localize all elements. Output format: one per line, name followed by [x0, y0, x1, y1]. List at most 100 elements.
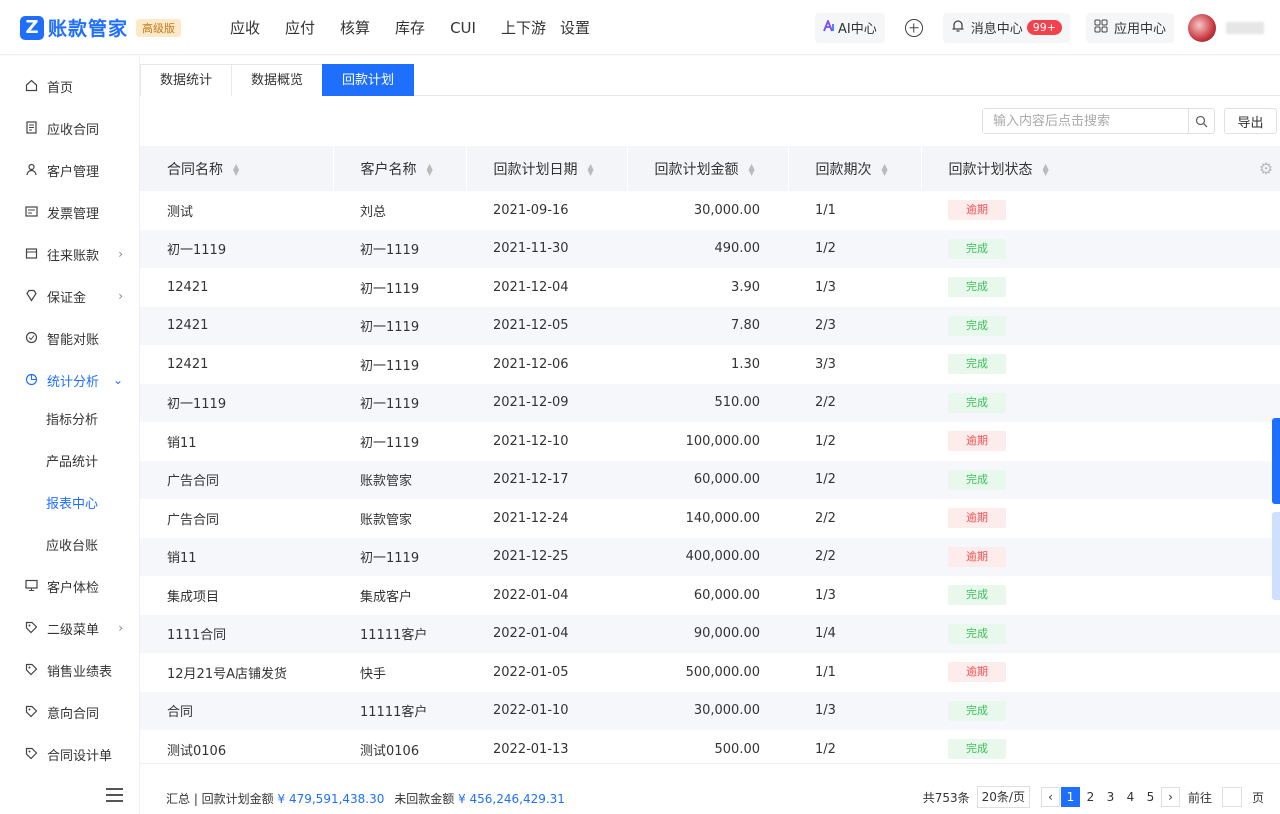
table-row[interactable]: 广告合同 账款管家 2021-12-17 60,000.00 1/2 完成	[140, 460, 1280, 499]
sidebar-item-customer-checkup[interactable]: 客户体检	[0, 565, 139, 607]
sidebar-subitem-product-statistics[interactable]: 产品统计	[0, 439, 139, 481]
goto-page-input[interactable]	[1221, 787, 1242, 807]
cell-status: 完成	[921, 268, 1280, 307]
table-row[interactable]: 12421 初一1119 2021-12-04 3.90 1/3 完成	[140, 268, 1280, 307]
invoice-icon	[24, 205, 38, 219]
sort-icon[interactable]: ▲ ▼	[749, 162, 755, 176]
sidebar-item-statistics[interactable]: 统计分析 ⌄	[0, 359, 139, 401]
table-row[interactable]: 1111合同 11111客户 2022-01-04 90,000.00 1/4 完成	[140, 614, 1280, 653]
column-header-customer[interactable]: 客户名称 ▲ ▼	[333, 146, 467, 191]
table-row[interactable]: 集成项目 集成客户 2022-01-04 60,000.00 1/3 完成	[140, 576, 1280, 615]
sort-icon[interactable]: ▲ ▼	[1043, 162, 1049, 176]
sidebar-item-invoice-management[interactable]: 发票管理	[0, 191, 139, 233]
app-logo[interactable]: Z 账款管家 高级版	[20, 14, 182, 41]
column-settings-gear-icon[interactable]: ⚙	[1252, 146, 1280, 191]
message-center-button[interactable]: 消息中心 99+	[942, 12, 1070, 43]
sidebar-subitem-receivable-ledger[interactable]: 应收台账	[0, 523, 139, 565]
column-header-plan-amount[interactable]: 回款计划金额 ▲ ▼	[627, 146, 789, 191]
table-row[interactable]: 初一1119 初一1119 2021-12-09 510.00 2/2 完成	[140, 383, 1280, 422]
table-row[interactable]: 销11 初一1119 2021-12-10 100,000.00 1/2 逾期	[140, 422, 1280, 461]
page-number[interactable]: 3	[1101, 787, 1120, 807]
page-size-select[interactable]: 20条/页	[976, 786, 1030, 808]
reconcile-icon	[24, 331, 38, 345]
page-number[interactable]: 2	[1081, 787, 1100, 807]
status-badge: 逾期	[948, 200, 1006, 221]
nav-accounting[interactable]: 核算	[340, 17, 370, 38]
avatar[interactable]	[1188, 13, 1216, 42]
search-input[interactable]	[983, 109, 1188, 133]
tag-icon	[24, 621, 38, 635]
status-badge: 完成	[948, 585, 1006, 606]
status-badge: 完成	[948, 354, 1006, 375]
nav-inventory[interactable]: 库存	[395, 17, 425, 38]
cell-plan-date: 2021-12-06	[493, 356, 569, 372]
sidebar-item-label: 二级菜单	[47, 622, 100, 638]
sidebar-subitem-indicator-analysis[interactable]: 指标分析	[0, 397, 139, 439]
cell-contract: 销11	[167, 435, 197, 451]
search-icon[interactable]	[1188, 109, 1214, 133]
column-header-contract[interactable]: 合同名称 ▲ ▼	[140, 146, 334, 191]
chevron-right-icon: ›	[118, 289, 123, 303]
sidebar-item-intent-contract[interactable]: 意向合同	[0, 691, 139, 733]
cell-customer: 刘总	[360, 204, 387, 220]
user-name-blurred[interactable]	[1226, 21, 1264, 34]
sidebar-item-secondary-menu[interactable]: 二级菜单 ›	[0, 607, 139, 649]
floating-side-tab-secondary[interactable]	[1272, 512, 1280, 600]
cell-period: 1/1	[815, 664, 836, 680]
cell-period: 1/4	[788, 614, 921, 653]
tab-data-statistics[interactable]: 数据统计	[140, 64, 233, 96]
nav-upstream-downstream[interactable]: 上下游	[501, 17, 546, 38]
tab-data-overview[interactable]: 数据概览	[231, 64, 324, 96]
table-row[interactable]: 初一1119 初一1119 2021-11-30 490.00 1/2 完成	[140, 229, 1280, 268]
sidebar-item-smart-reconcile[interactable]: 智能对账	[0, 317, 139, 359]
cell-plan-date: 2022-01-10	[466, 691, 627, 730]
cell-status: 完成	[921, 576, 1280, 615]
cell-status: 完成	[921, 229, 1280, 268]
cell-plan-date: 2022-01-04	[493, 587, 569, 603]
sidebar-item-contract-design[interactable]: 合同设计单	[0, 733, 139, 775]
table-row[interactable]: 合同 11111客户 2022-01-10 30,000.00 1/3 完成	[140, 691, 1280, 730]
nav-receivable[interactable]: 应收	[230, 17, 260, 38]
cell-period: 2/3	[788, 306, 921, 345]
cell-plan-amount: 30,000.00	[627, 691, 788, 730]
column-header-plan-date[interactable]: 回款计划日期 ▲ ▼	[466, 146, 628, 191]
prev-page-icon[interactable]: ‹	[1040, 787, 1060, 807]
ai-center-button[interactable]: AI中心	[815, 12, 885, 43]
sidebar-item-home[interactable]: 首页	[0, 65, 139, 107]
table-row[interactable]: 12421 初一1119 2021-12-06 1.30 3/3 完成	[140, 345, 1280, 384]
table-row[interactable]: 12月21号A店铺发货 快手 2022-01-05 500,000.00 1/1 逾期	[140, 653, 1280, 692]
cell-status: 完成	[921, 614, 1280, 653]
sort-icon[interactable]: ▲ ▼	[233, 162, 239, 176]
nav-cui[interactable]: CUI	[450, 19, 476, 37]
column-header-period[interactable]: 回款期次 ▲ ▼	[788, 146, 922, 191]
sort-icon[interactable]: ▲ ▼	[427, 162, 433, 176]
app-center-button[interactable]: 应用中心	[1085, 12, 1174, 43]
sidebar-item-label: 销售业绩表	[47, 664, 113, 680]
cell-status: 逾期	[921, 422, 1280, 461]
sidebar-item-receivable-contract[interactable]: 应收合同	[0, 107, 139, 149]
cell-customer: 初一1119	[333, 537, 466, 576]
page-number[interactable]: 4	[1121, 787, 1140, 807]
table-row[interactable]: 销11 初一1119 2021-12-25 400,000.00 2/2 逾期	[140, 537, 1280, 576]
column-header-status[interactable]: 回款计划状态 ▲ ▼	[921, 146, 1280, 191]
nav-settings[interactable]: 设置	[560, 17, 590, 38]
sidebar-item-sales-performance[interactable]: 销售业绩表	[0, 649, 139, 691]
table-row[interactable]: 12421 初一1119 2021-12-05 7.80 2/3 完成	[140, 306, 1280, 345]
sidebar-item-accounts[interactable]: 往来账款 ›	[0, 233, 139, 275]
sort-icon[interactable]: ▲ ▼	[588, 162, 594, 176]
page-number[interactable]: 1	[1060, 787, 1080, 807]
collapse-menu-icon[interactable]	[106, 788, 123, 802]
floating-side-tab-primary[interactable]	[1272, 418, 1280, 504]
sidebar-item-deposit[interactable]: 保证金 ›	[0, 275, 139, 317]
nav-payable[interactable]: 应付	[285, 17, 315, 38]
add-icon[interactable]	[904, 18, 923, 37]
next-page-icon[interactable]: ›	[1160, 787, 1180, 807]
sidebar-item-customer-management[interactable]: 客户管理	[0, 149, 139, 191]
page-number[interactable]: 5	[1141, 787, 1160, 807]
tab-payment-plan[interactable]: 回款计划	[322, 64, 415, 96]
export-button[interactable]: 导出	[1224, 108, 1277, 134]
sidebar-subitem-report-center[interactable]: 报表中心	[0, 481, 139, 523]
table-row[interactable]: 测试 刘总 2021-09-16 30,000.00 1/1 逾期	[140, 191, 1280, 230]
table-row[interactable]: 广告合同 账款管家 2021-12-24 140,000.00 2/2 逾期	[140, 499, 1280, 538]
sort-icon[interactable]: ▲ ▼	[882, 162, 888, 176]
